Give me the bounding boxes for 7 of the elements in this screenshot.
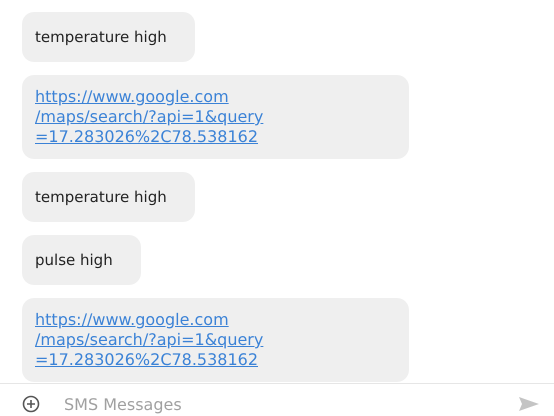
add-icon[interactable]: [22, 395, 40, 413]
message-input[interactable]: SMS Messages: [62, 394, 496, 414]
message-text: temperature high: [35, 27, 167, 48]
map-link[interactable]: https://www.google.com /maps/search/?api=1&query =17.283026%2C78.538162: [35, 310, 387, 370]
message-text: temperature high: [35, 187, 167, 208]
map-link[interactable]: https://www.google.com /maps/search/?api=1&query =17.283026%2C78.538162: [35, 87, 387, 147]
message-text: pulse high: [35, 250, 113, 271]
